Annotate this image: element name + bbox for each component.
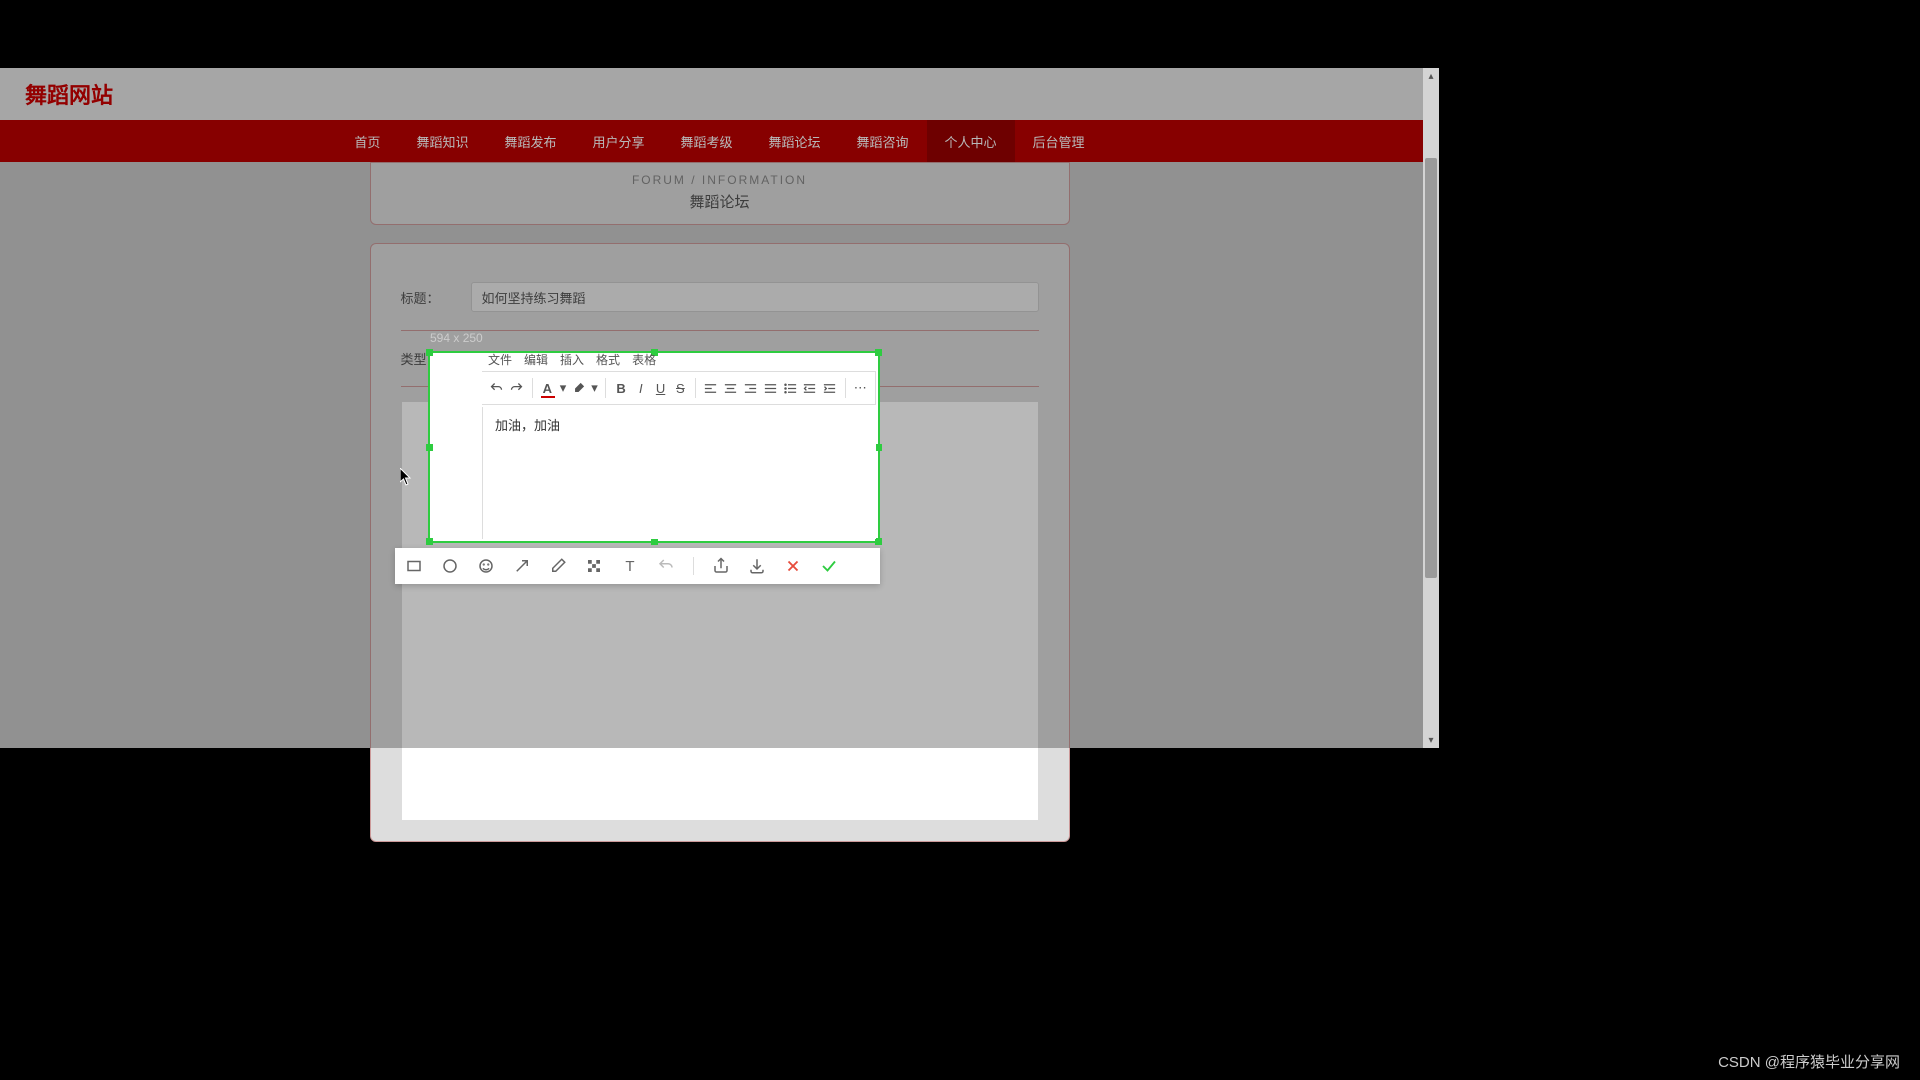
arrow-icon[interactable] (513, 557, 531, 575)
section-title: 舞蹈论坛 (371, 191, 1069, 212)
more-icon[interactable]: ⋯ (851, 377, 869, 399)
nav-usershare[interactable]: 用户分享 (574, 120, 662, 162)
handle-mid-left[interactable] (426, 444, 433, 451)
bold-icon[interactable]: B (612, 377, 630, 399)
align-right-icon[interactable] (742, 377, 760, 399)
separator (693, 557, 694, 575)
mosaic-icon[interactable] (585, 557, 603, 575)
nav-consult[interactable]: 舞蹈咨询 (839, 120, 927, 162)
nav-knowledge[interactable]: 舞蹈知识 (398, 120, 486, 162)
undo-icon[interactable] (657, 557, 675, 575)
title-input[interactable] (471, 282, 1039, 312)
menu-file[interactable]: 文件 (488, 351, 512, 368)
vertical-scrollbar[interactable]: ▴ ▾ (1423, 68, 1439, 748)
redo-icon[interactable] (508, 377, 526, 399)
undo-icon[interactable] (488, 377, 506, 399)
section-subtitle: FORUM / INFORMATION (371, 173, 1069, 187)
selection-size-label: 594 x 250 (430, 331, 483, 345)
nav-bar: 首页 舞蹈知识 舞蹈发布 用户分享 舞蹈考级 舞蹈论坛 舞蹈咨询 个人中心 后台… (0, 120, 1439, 162)
editor-content[interactable]: 加油，加油 (482, 407, 876, 539)
highlight-icon[interactable] (570, 377, 588, 399)
handle-top-right[interactable] (875, 349, 882, 356)
list-icon[interactable] (781, 377, 799, 399)
indent-icon[interactable] (821, 377, 839, 399)
screenshot-toolbar: T (395, 548, 880, 584)
handle-bot-right[interactable] (875, 538, 882, 545)
text-icon[interactable]: T (621, 557, 639, 575)
watermark: CSDN @程序猿毕业分享网 (1718, 1051, 1900, 1072)
download-icon[interactable] (748, 557, 766, 575)
title-label: 标题： (401, 288, 471, 307)
nav-publish[interactable]: 舞蹈发布 (486, 120, 574, 162)
italic-icon[interactable]: I (632, 377, 650, 399)
handle-mid-right[interactable] (875, 444, 882, 451)
handle-bot-mid[interactable] (651, 538, 658, 545)
cancel-icon[interactable] (784, 557, 802, 575)
emoji-icon[interactable] (477, 557, 495, 575)
scroll-up-arrow[interactable]: ▴ (1423, 68, 1439, 84)
site-title: 舞蹈网站 (25, 78, 113, 110)
nav-exam[interactable]: 舞蹈考级 (662, 120, 750, 162)
underline-icon[interactable]: U (652, 377, 670, 399)
align-center-icon[interactable] (722, 377, 740, 399)
text-color-icon[interactable]: A (538, 377, 556, 399)
chevron-down-icon[interactable]: ▾ (558, 377, 568, 399)
handle-top-left[interactable] (426, 349, 433, 356)
menu-format[interactable]: 格式 (596, 351, 620, 368)
share-icon[interactable] (712, 557, 730, 575)
circle-icon[interactable] (441, 557, 459, 575)
menu-table[interactable]: 表格 (632, 351, 656, 368)
handle-bot-left[interactable] (426, 538, 433, 545)
mouse-cursor (400, 468, 412, 486)
outdent-icon[interactable] (801, 377, 819, 399)
nav-admin[interactable]: 后台管理 (1015, 120, 1103, 162)
confirm-icon[interactable] (820, 557, 838, 575)
scroll-thumb[interactable] (1425, 158, 1437, 578)
align-justify-icon[interactable] (761, 377, 779, 399)
pen-icon[interactable] (549, 557, 567, 575)
strikethrough-icon[interactable]: S (671, 377, 689, 399)
chevron-down-icon[interactable]: ▾ (590, 377, 600, 399)
nav-home[interactable]: 首页 (336, 120, 398, 162)
scroll-down-arrow[interactable]: ▾ (1423, 732, 1439, 748)
align-left-icon[interactable] (702, 377, 720, 399)
top-header: 舞蹈网站 (0, 68, 1439, 120)
rectangle-icon[interactable] (405, 557, 423, 575)
editor-menubar: 文件 编辑 插入 格式 表格 (488, 351, 656, 368)
nav-forum[interactable]: 舞蹈论坛 (751, 120, 839, 162)
editor-toolbar: A ▾ ▾ B I U S ⋯ (482, 371, 876, 405)
title-row: 标题： (401, 264, 1039, 331)
menu-edit[interactable]: 编辑 (524, 351, 548, 368)
section-header: FORUM / INFORMATION 舞蹈论坛 (370, 162, 1070, 225)
screenshot-selection[interactable]: 594 x 250 文件 编辑 插入 格式 表格 A ▾ ▾ B I U (428, 351, 880, 543)
nav-personal[interactable]: 个人中心 (927, 120, 1015, 162)
menu-insert[interactable]: 插入 (560, 351, 584, 368)
